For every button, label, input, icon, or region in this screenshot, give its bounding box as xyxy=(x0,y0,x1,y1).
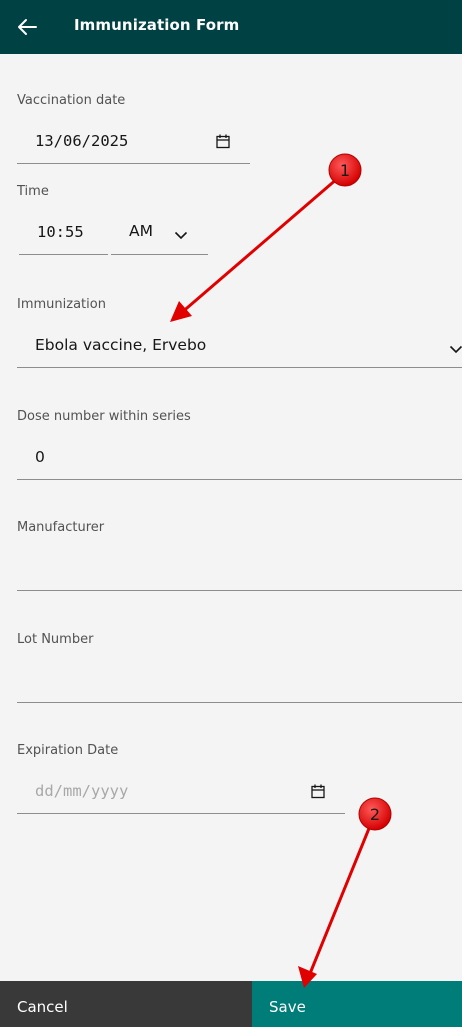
vaccination-date-input[interactable]: 13/06/2025 xyxy=(17,126,250,164)
footer-actions: Cancel Save xyxy=(0,981,462,1027)
expiration-date-input[interactable]: dd/mm/yyyy xyxy=(17,772,345,814)
annotation-marker-2-text: 2 xyxy=(370,805,380,824)
lot-number-input[interactable] xyxy=(17,660,462,703)
annotation-marker-2: 2 xyxy=(358,797,392,831)
immunization-label: Immunization xyxy=(17,297,106,312)
annotation-arrow-2 xyxy=(298,825,372,988)
manufacturer-input[interactable] xyxy=(17,548,462,591)
expiration-date-label: Expiration Date xyxy=(17,743,119,758)
expiration-date-placeholder: dd/mm/yyyy xyxy=(35,782,129,800)
back-arrow-icon[interactable] xyxy=(16,15,38,39)
immunization-value: Ebola vaccine, Ervebo xyxy=(35,336,207,354)
lot-number-label: Lot Number xyxy=(17,632,94,647)
dose-number-label: Dose number within series xyxy=(17,409,191,424)
save-button[interactable]: Save xyxy=(252,981,462,1027)
calendar-icon[interactable] xyxy=(216,134,230,149)
vaccination-date-value: 13/06/2025 xyxy=(35,132,129,150)
app-header: Immunization Form xyxy=(0,0,462,54)
calendar-icon[interactable] xyxy=(311,784,325,799)
manufacturer-label: Manufacturer xyxy=(17,520,105,535)
annotation-marker-1: 1 xyxy=(328,153,362,187)
dose-number-input[interactable]: 0 xyxy=(17,437,462,480)
save-label: Save xyxy=(269,998,306,1016)
annotation-marker-1-text: 1 xyxy=(340,161,350,180)
chevron-down-icon xyxy=(174,226,188,244)
vaccination-date-label: Vaccination date xyxy=(17,93,126,108)
chevron-down-icon xyxy=(449,340,462,358)
time-value: 10:55 xyxy=(37,223,84,241)
cancel-label: Cancel xyxy=(17,998,68,1016)
time-input[interactable]: 10:55 xyxy=(19,216,108,255)
dose-number-value: 0 xyxy=(35,448,45,466)
am-pm-value: AM xyxy=(129,222,153,240)
page-title: Immunization Form xyxy=(74,16,240,34)
cancel-button[interactable]: Cancel xyxy=(0,981,252,1027)
immunization-select[interactable]: Ebola vaccine, Ervebo xyxy=(17,325,462,368)
time-label: Time xyxy=(17,184,49,199)
am-pm-select[interactable]: AM xyxy=(111,216,208,255)
